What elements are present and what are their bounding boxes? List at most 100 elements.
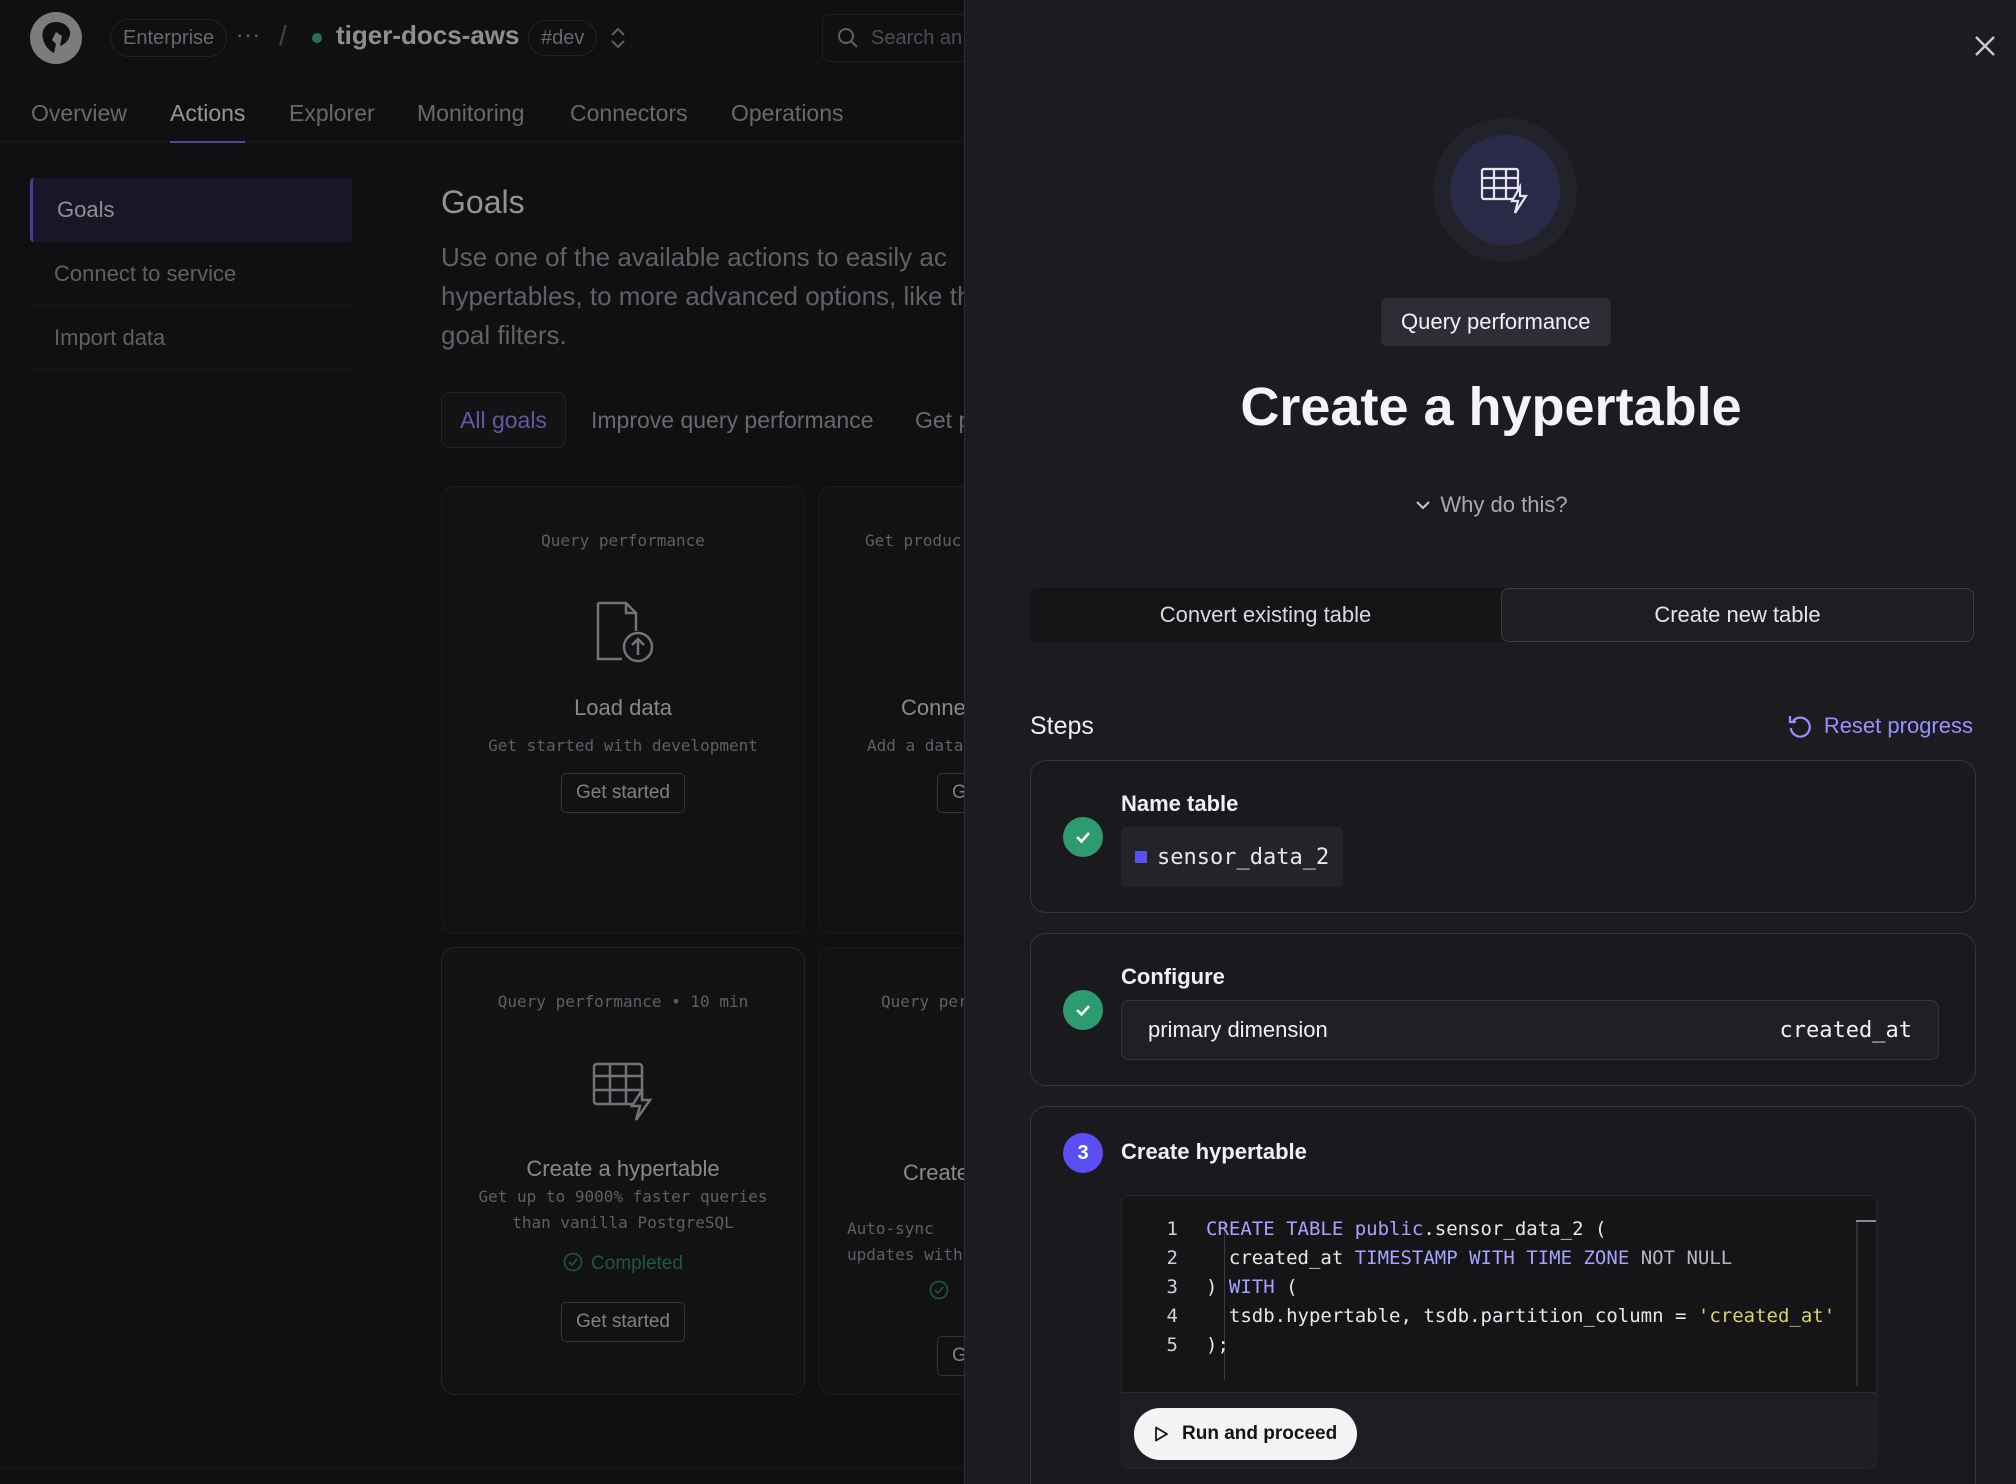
tab-connectors[interactable]: Connectors [570, 100, 688, 141]
table-lightning-icon [592, 1062, 653, 1121]
card-title: Create ag [903, 1160, 964, 1185]
goal-drawer: Query performance Create a hypertable Wh… [964, 0, 2016, 1484]
completed-status: Completed [442, 1252, 804, 1275]
card-description: Add a data [867, 736, 964, 755]
step-name-table: Name table sensor_data_2 [1030, 760, 1976, 913]
table-name-value: sensor_data_2 [1121, 827, 1344, 887]
service-status-dot [312, 33, 322, 43]
table-lightning-icon [1480, 167, 1529, 214]
filter-all-goals[interactable]: All goals [441, 392, 566, 448]
bottom-strip [0, 1468, 964, 1484]
step-title: Name table [1121, 791, 1239, 816]
code-lines: 1 CREATE TABLE public.sensor_data_2 ( 2 … [1122, 1218, 1862, 1363]
tab-overview[interactable]: Overview [31, 100, 127, 141]
page-description: Use one of the available actions to easi… [441, 242, 964, 350]
sql-code-editor[interactable]: 1 CREATE TABLE public.sensor_data_2 ( 2 … [1121, 1195, 1877, 1469]
top-bar: Enterprise ··· / tiger-docs-aws #dev Sea… [0, 0, 964, 74]
why-label: Why do this? [1440, 492, 1568, 517]
run-and-proceed-button[interactable]: Run and proceed [1134, 1408, 1358, 1460]
card-category: Query performance [541, 531, 705, 550]
primary-dimension-label: primary dimension [1148, 1017, 1328, 1042]
actions-sidebar: Goals Connect to service Import data [30, 178, 352, 370]
line-number: 1 [1166, 1218, 1178, 1240]
get-started-button[interactable]: Get started [561, 773, 685, 813]
chevron-updown-icon[interactable] [606, 24, 630, 52]
sidebar-item-import-data[interactable]: Import data [30, 306, 352, 370]
filter-improve-query-performance[interactable]: Improve query performance [591, 392, 874, 448]
tab-create-new-table[interactable]: Create new table [1501, 588, 1974, 642]
line-number: 2 [1166, 1247, 1178, 1269]
reset-progress-button[interactable]: Reset progress [1786, 712, 1973, 740]
card-description: Get started with development [488, 736, 758, 755]
reset-progress-label: Reset progress [1823, 713, 1973, 738]
card-category: Get produc [865, 531, 962, 550]
check-circle-icon [929, 1280, 949, 1300]
goal-card-load-data[interactable]: Query performance Load data Get started … [441, 486, 805, 934]
breadcrumb-separator: / [279, 20, 287, 51]
step-title: Configure [1121, 964, 1225, 989]
main-nav-tabs: Overview Actions Explorer Monitoring Con… [0, 92, 964, 143]
card-description: Get up to 9000% faster queries than vani… [478, 1187, 768, 1232]
primary-dimension-value: created_at [1779, 1017, 1912, 1043]
goal-card-create-hypertable[interactable]: Query performance • 10 min Create a hype… [441, 947, 805, 1395]
step-title: Create hypertable [1121, 1139, 1307, 1164]
get-started-button[interactable]: Get started [561, 1302, 685, 1342]
scrollbar-thumb[interactable] [1856, 1220, 1876, 1222]
card-category: Query performance • 10 min [497, 992, 749, 1011]
why-toggle[interactable]: Why do this? [965, 492, 2016, 518]
tab-convert-existing-table[interactable]: Convert existing table [1030, 588, 1501, 642]
tab-operations[interactable]: Operations [731, 100, 844, 141]
search-input[interactable]: Search an [822, 14, 964, 62]
code-line: 2 created_at TIMESTAMP WITH TIME ZONE NO… [1122, 1247, 1862, 1276]
scrollbar-track[interactable] [1856, 1222, 1858, 1386]
code-footer: Run and proceed [1122, 1392, 1876, 1468]
sidebar-item-goals[interactable]: Goals [30, 178, 352, 242]
code-line: 5 ); [1122, 1334, 1862, 1363]
card-title: Load data [574, 695, 672, 720]
search-placeholder: Search an [871, 26, 963, 49]
code-line: 4 tsdb.hypertable, tsdb.partition_column… [1122, 1305, 1862, 1334]
run-and-proceed-label: Run and proceed [1182, 1423, 1338, 1444]
goal-card-create-aggregate[interactable]: Query per Create ag Auto-sync updates wi… [818, 947, 964, 1395]
category-badge: Query performance [1381, 298, 1611, 346]
environment-badge[interactable]: #dev [528, 20, 598, 56]
check-icon [1063, 990, 1103, 1030]
card-title: Conne [901, 695, 964, 720]
code-line: 1 CREATE TABLE public.sensor_data_2 ( [1122, 1218, 1862, 1247]
tab-explorer[interactable]: Explorer [289, 100, 375, 141]
code-line: 3 ) WITH ( [1122, 1276, 1862, 1305]
background-app: Enterprise ··· / tiger-docs-aws #dev Sea… [0, 0, 964, 1484]
project-name[interactable]: tiger-docs-aws [336, 20, 520, 51]
card-title: Create a hypertable [526, 1156, 720, 1181]
line-number: 5 [1166, 1334, 1178, 1356]
drawer-title: Create a hypertable [1240, 377, 1742, 437]
completed-label: Completed [591, 1253, 683, 1274]
card-category: Query per [881, 992, 964, 1011]
filter-get-productive[interactable]: Get p [915, 392, 964, 448]
goal-card-connect[interactable]: Get produc Conne Add a data G [818, 486, 964, 934]
sidebar-item-connect-to-service[interactable]: Connect to service [30, 242, 352, 306]
table-color-swatch [1135, 851, 1147, 863]
primary-dimension-row: primary dimension created_at [1121, 1000, 1939, 1060]
check-icon [1063, 817, 1103, 857]
app-logo-icon[interactable] [30, 12, 82, 64]
steps-heading: Steps [1030, 712, 1094, 740]
line-number: 3 [1166, 1276, 1178, 1298]
plan-badge[interactable]: Enterprise [110, 19, 228, 57]
close-icon[interactable] [1967, 28, 2003, 64]
card-description: Auto-sync updates with [847, 1219, 963, 1264]
get-started-button[interactable]: G [937, 773, 964, 813]
check-circle-icon [563, 1252, 583, 1272]
step-create-hypertable: 3 Create hypertable 1 CREATE TABLE publi… [1030, 1106, 1976, 1484]
get-started-button[interactable]: G [937, 1336, 964, 1376]
chevron-down-icon [1416, 501, 1431, 510]
page-title: Goals [441, 184, 525, 220]
tab-actions[interactable]: Actions [170, 100, 246, 143]
table-name-text: sensor_data_2 [1157, 844, 1330, 870]
step-configure: Configure primary dimension created_at [1030, 933, 1976, 1086]
hero-icon [1450, 135, 1560, 245]
play-icon [1155, 1426, 1168, 1442]
reset-icon [1788, 716, 1811, 738]
more-menu-icon[interactable]: ··· [236, 22, 261, 48]
tab-monitoring[interactable]: Monitoring [417, 100, 524, 141]
